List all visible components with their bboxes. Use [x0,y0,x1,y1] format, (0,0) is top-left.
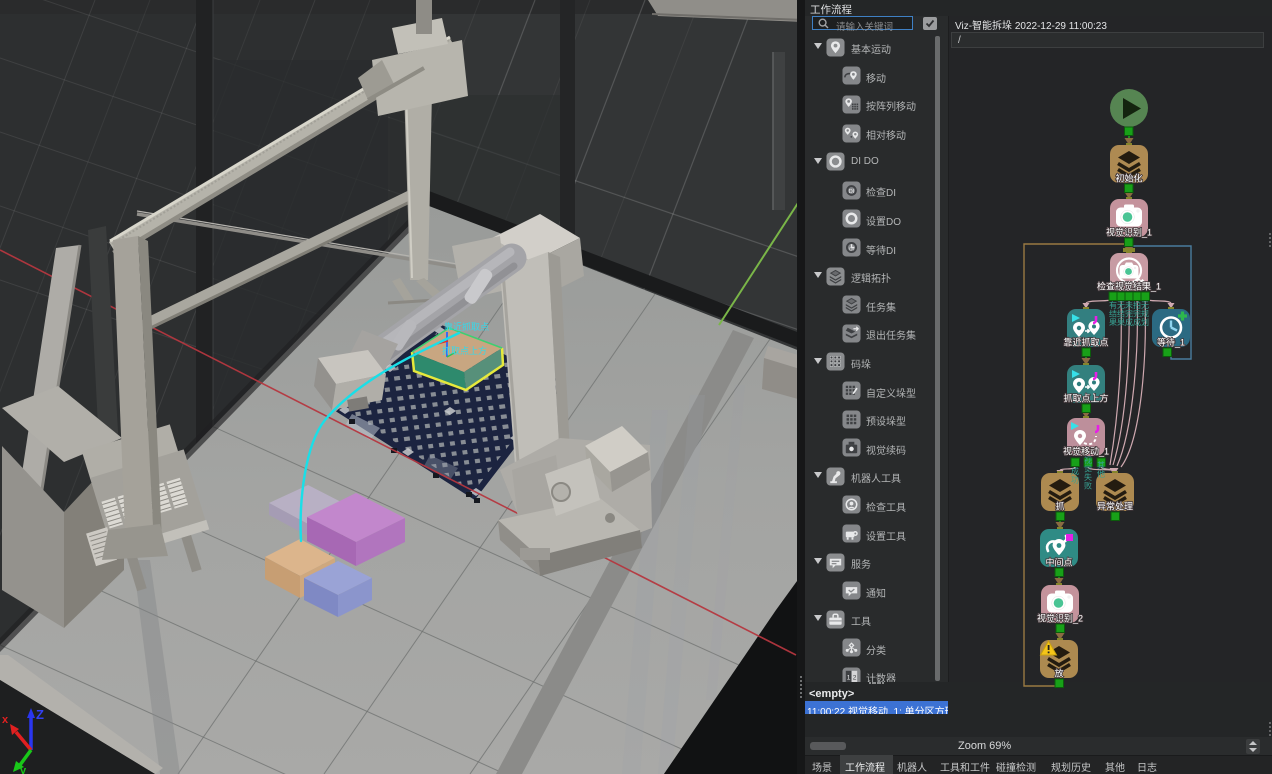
svg-text:成: 成 [1071,466,1079,476]
svg-text:x: x [2,714,9,726]
svg-text:抓取点上方: 抓取点上方 [1063,393,1108,404]
svg-text:规: 规 [1141,309,1149,319]
svg-text:他: 他 [1097,469,1105,479]
svg-text:视: 视 [1084,455,1092,465]
svg-text:失: 失 [1084,472,1092,482]
svg-text:败: 败 [1084,481,1092,491]
svg-text:放: 放 [1054,668,1063,679]
svg-text:检查视觉结果_1: 检查视觉结果_1 [1097,281,1161,292]
svg-text:y: y [20,765,27,774]
svg-text:完: 完 [1133,309,1141,319]
svg-text:有: 有 [1109,300,1117,310]
svg-text:果: 果 [1109,318,1117,327]
svg-text:成: 成 [1133,317,1141,327]
svg-text:觉: 觉 [1084,464,1092,474]
svg-text:视觉识别_1: 视觉识别_1 [1106,227,1152,238]
svg-text:异常处理: 异常处理 [1097,501,1133,512]
svg-text:等待_1: 等待_1 [1157,337,1185,348]
svg-text:Z: Z [36,707,44,722]
svg-text:拍: 拍 [1133,300,1141,310]
svg-text:视觉识别_2: 视觉识别_2 [1037,613,1083,624]
svg-text:结: 结 [1117,309,1125,319]
svg-text:结: 结 [1109,309,1117,319]
svg-text:抓取点上方: 抓取点上方 [442,345,487,356]
svg-text:靠近抓取点: 靠近抓取点 [1063,337,1108,348]
svg-text:完: 完 [1125,309,1133,319]
svg-text:中间点: 中间点 [1045,557,1072,568]
svg-text:未: 未 [1125,300,1133,310]
svg-text:初始化: 初始化 [1115,173,1142,184]
svg-text:成: 成 [1125,317,1133,327]
svg-text:划: 划 [1141,317,1149,327]
svg-text:功: 功 [1071,475,1079,485]
svg-text:果: 果 [1117,318,1125,327]
svg-text:靠近抓取点: 靠近抓取点 [444,321,489,332]
svg-text:抓: 抓 [1055,501,1064,512]
svg-text:视觉移动_1: 视觉移动_1 [1063,446,1109,457]
